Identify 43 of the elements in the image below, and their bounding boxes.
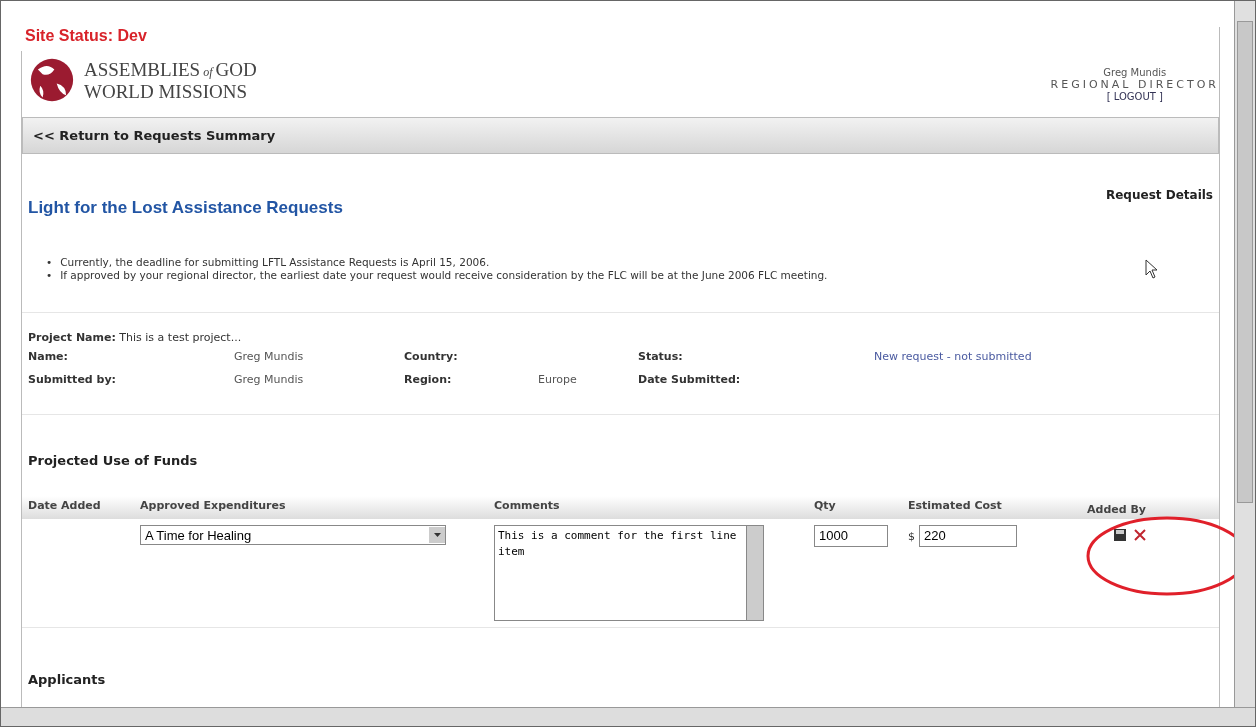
- field-value: Greg Mundis: [234, 350, 305, 363]
- logo-text: ASSEMBLIES ofGOD: [84, 59, 257, 82]
- user-role: REGIONAL DIRECTOR: [1050, 78, 1219, 91]
- field-value: This is a test project...: [119, 331, 242, 344]
- dropdown-arrow-icon: [433, 533, 441, 537]
- qty-field[interactable]: 1000: [814, 525, 888, 547]
- field-value: Europe: [538, 373, 578, 386]
- user-name: Greg Mundis: [1102, 67, 1168, 78]
- field-label: Name:: [28, 350, 69, 363]
- back-link[interactable]: << Return to Requests Summary: [33, 128, 276, 143]
- column-header: Qty: [814, 499, 837, 514]
- field-value: New request - not submitted: [874, 350, 1033, 363]
- column-header: Added By: [1086, 502, 1146, 516]
- bullet: •: [46, 269, 53, 282]
- field-value: Greg Mundis: [234, 373, 305, 386]
- field-label: Date Submitted:: [638, 373, 742, 386]
- field-label: Country:: [404, 350, 459, 363]
- logout-link[interactable]: [ LOGOUT ]: [1050, 91, 1219, 102]
- section-heading: Projected Use of Funds: [28, 453, 199, 468]
- bullet: •: [46, 256, 53, 269]
- page-title: Light for the Lost Assistance Requests: [28, 198, 343, 218]
- horizontal-scrollbar[interactable]: [1, 707, 1255, 726]
- note-text: If approved by your regional director, the earliest date your request would receive consideration by the FLC will be at the June 2006 FLC meeting.: [60, 269, 828, 282]
- column-header: Comments: [494, 499, 561, 514]
- vertical-scrollbar[interactable]: [1234, 1, 1255, 707]
- cursor-icon: [1145, 259, 1159, 279]
- field-label: Region:: [404, 373, 453, 386]
- currency-symbol: $: [908, 529, 915, 543]
- section-heading: Applicants: [28, 672, 107, 687]
- logo-text: WORLD MISSIONS: [84, 81, 249, 101]
- cost-field[interactable]: 220: [919, 525, 1017, 547]
- delete-icon[interactable]: [1134, 529, 1146, 541]
- expenditure-dropdown[interactable]: A Time for Healing: [140, 525, 446, 545]
- column-header: Date Added: [27, 499, 102, 514]
- column-header: Approved Expenditures: [140, 499, 287, 514]
- section-label: Request Details: [1106, 188, 1213, 204]
- save-icon[interactable]: [1114, 529, 1126, 541]
- field-label: Project Name:: [28, 331, 116, 344]
- note-text: Currently, the deadline for submitting LFTL Assistance Requests is April 15, 2006.: [60, 256, 490, 269]
- column-header: Estimated Cost: [908, 499, 1003, 514]
- field-label: Status:: [638, 350, 684, 363]
- field-label: Submitted by:: [28, 373, 117, 386]
- comment-scrollbar[interactable]: [746, 525, 764, 621]
